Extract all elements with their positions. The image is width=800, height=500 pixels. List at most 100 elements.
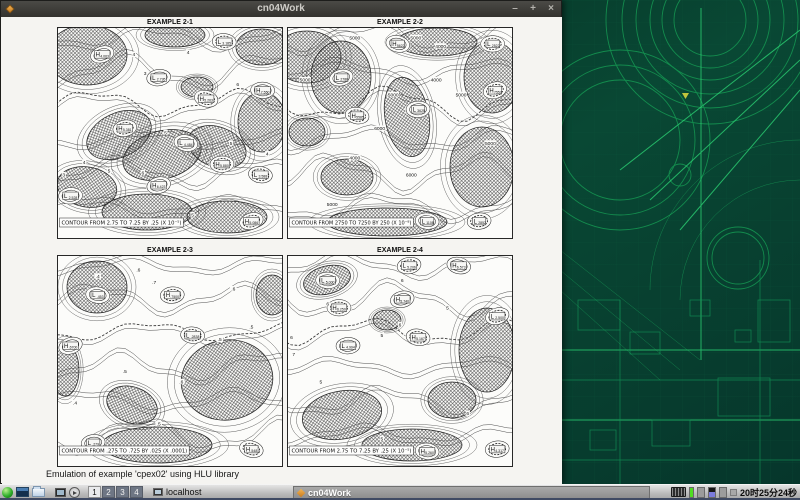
svg-text:3: 3	[144, 71, 147, 77]
svg-text:7552: 7552	[494, 90, 502, 94]
svg-text:4: 4	[83, 160, 86, 166]
maximize-button[interactable]: +	[527, 1, 539, 17]
svg-text:.5: .5	[218, 337, 222, 343]
contour-plot-2-1: H4.063L3.185L2.795H5.263H7.550H5.381L4.4…	[57, 17, 283, 239]
contour-panel-2-3: L.453H.7500H.6700L.2838L.279H.548.6.7.6.…	[57, 245, 283, 467]
tray-mini-icon[interactable]	[730, 489, 737, 496]
svg-text:3.185: 3.185	[222, 42, 231, 46]
svg-text:5: 5	[230, 141, 233, 147]
svg-text:CONTOUR FROM 2.75 TO 7.25 BY .: CONTOUR FROM 2.75 TO 7.25 BY .25 (X 10⁻⁵…	[62, 221, 182, 227]
svg-text:EXAMPLE 2-2: EXAMPLE 2-2	[377, 19, 423, 26]
contour-panel-2-2: H5622L2522L2788H5585L3625H7552L1108L2852…	[287, 17, 513, 239]
svg-text:4000: 4000	[431, 78, 442, 84]
svg-text:7: 7	[292, 352, 295, 358]
titlebar[interactable]: cn04Work – + ×	[1, 1, 561, 17]
svg-text:5.740: 5.740	[400, 299, 409, 303]
window-cn04work: cn04Work – + × H4.063L3.185L2.795H5.263H…	[0, 0, 562, 484]
svg-text:5.260: 5.260	[425, 451, 434, 455]
svg-text:.5: .5	[123, 369, 127, 375]
svg-text:1108: 1108	[426, 221, 434, 225]
taskbar-window-button[interactable]: cn04Work	[293, 486, 650, 500]
svg-text:.7500: .7500	[170, 295, 179, 299]
svg-text:5: 5	[381, 436, 384, 442]
svg-text:EXAMPLE 2-3: EXAMPLE 2-3	[147, 247, 193, 254]
tray-indicator-1-icon[interactable]	[697, 487, 705, 498]
clock: 20时25分24秒	[740, 486, 798, 499]
system-tray: 20时25分24秒	[671, 485, 798, 499]
svg-text:5: 5	[108, 168, 111, 174]
svg-text:6: 6	[399, 322, 402, 328]
minimize-button[interactable]: –	[509, 1, 521, 17]
svg-text:5000: 5000	[485, 141, 496, 147]
svg-text:.548: .548	[250, 449, 257, 453]
close-button[interactable]: ×	[545, 1, 557, 17]
plot-canvas: H4.063L3.185L2.795H5.263H7.550H5.381L4.4…	[2, 17, 562, 484]
svg-text:5: 5	[164, 130, 167, 136]
workspace-1[interactable]: 1	[88, 486, 101, 498]
host-terminal-icon	[153, 488, 163, 496]
svg-text:3625: 3625	[417, 109, 425, 113]
svg-text:2.528: 2.528	[69, 196, 78, 200]
terminal-launcher-icon[interactable]	[16, 487, 29, 497]
svg-text:6: 6	[290, 335, 293, 341]
svg-text:.5: .5	[157, 422, 161, 428]
svg-text:5000: 5000	[349, 35, 360, 41]
svg-text:5.086: 5.086	[249, 221, 258, 225]
file-manager-icon[interactable]	[32, 488, 45, 497]
svg-text:CONTOUR FROM .275 TO .725 BY .: CONTOUR FROM .275 TO .725 BY .025 (X .00…	[62, 449, 188, 455]
svg-text:5: 5	[191, 213, 194, 219]
tray-indicator-3-icon[interactable]	[719, 487, 727, 498]
svg-text:.6: .6	[231, 287, 235, 293]
svg-text:3: 3	[62, 173, 65, 179]
svg-text:4.484: 4.484	[184, 143, 193, 147]
svg-text:4: 4	[266, 151, 269, 157]
tray-indicator-2-icon[interactable]	[708, 487, 716, 498]
svg-text:.6: .6	[179, 379, 183, 385]
svg-text:.7: .7	[152, 280, 156, 286]
svg-text:.6700: .6700	[69, 346, 78, 350]
keyboard-layout-icon[interactable]	[671, 487, 686, 497]
workspace-pager: 1 2 3 4	[88, 485, 143, 499]
svg-text:6000: 6000	[406, 173, 417, 179]
svg-text:6: 6	[401, 278, 404, 284]
svg-text:2.500: 2.500	[495, 316, 504, 320]
svg-text:5000: 5000	[388, 92, 399, 98]
svg-text:5000: 5000	[327, 202, 338, 208]
window-title: cn04Work	[1, 1, 561, 17]
workspace-3[interactable]: 3	[116, 486, 129, 498]
svg-text:2788: 2788	[340, 78, 348, 82]
show-desktop-icon[interactable]	[69, 487, 80, 498]
svg-text:4.063: 4.063	[100, 54, 109, 58]
svg-text:6.573: 6.573	[457, 266, 466, 270]
workspace-4[interactable]: 4	[130, 486, 143, 498]
svg-text:4.994: 4.994	[346, 346, 355, 350]
svg-text:6: 6	[236, 82, 239, 88]
localhost-button[interactable]: localhost	[150, 485, 205, 498]
workspace-2[interactable]: 2	[102, 486, 115, 498]
svg-text:CONTOUR FROM 2750 TO 7250 BY 2: CONTOUR FROM 2750 TO 7250 BY 250 (X 10⁻⁸…	[292, 221, 412, 227]
svg-text:6.423: 6.423	[157, 185, 166, 189]
svg-text:.6: .6	[136, 268, 140, 274]
svg-text:5.381: 5.381	[123, 128, 132, 132]
svg-text:5.263: 5.263	[204, 99, 213, 103]
start-menu-icon[interactable]	[2, 487, 13, 498]
desktop-screen: cn04Work – + × H4.063L3.185L2.795H5.263H…	[0, 0, 800, 500]
svg-text:.453: .453	[97, 295, 104, 299]
svg-text:5.000: 5.000	[326, 280, 335, 284]
svg-text:5000: 5000	[300, 78, 311, 84]
svg-text:4: 4	[187, 50, 190, 56]
plot-caption: Emulation of example 'cpex02' using HLU …	[46, 469, 239, 479]
contour-plot-2-2: H5622L2522L2788H5585L3625H7552L1108L2852…	[287, 17, 513, 239]
display-settings-icon[interactable]	[55, 488, 66, 497]
svg-text:5: 5	[381, 333, 384, 339]
svg-text:.4: .4	[96, 274, 100, 280]
tray-monitor-green-icon[interactable]	[689, 487, 694, 498]
contour-panel-2-1: H4.063L3.185L2.795H5.263H7.550H5.381L4.4…	[57, 17, 283, 239]
svg-text:EXAMPLE 2-4: EXAMPLE 2-4	[377, 247, 423, 254]
svg-text:7.550: 7.550	[261, 90, 270, 94]
svg-text:4.317: 4.317	[495, 449, 504, 453]
svg-text:5.167: 5.167	[416, 337, 425, 341]
svg-text:.2838: .2838	[191, 335, 200, 339]
contour-panel-2-4: L5.000L5.206H6.573H6.250H5.740H5.167L4.9…	[287, 245, 513, 467]
svg-text:6: 6	[326, 301, 329, 307]
